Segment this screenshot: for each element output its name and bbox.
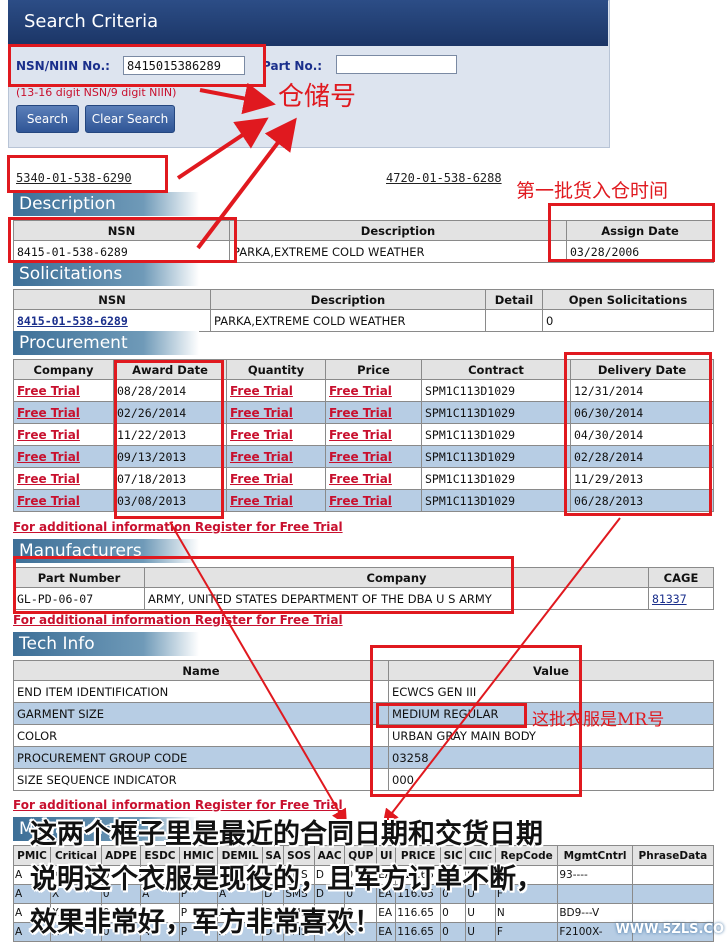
annotation-summary-line2: 说明这个衣服是现役的，且军方订单不断， [30, 864, 543, 895]
annotation-summary-line1: 这两个框子里是最近的合同日期和交货日期 [30, 819, 543, 850]
annotation-warehouse: 仓储号 [278, 82, 357, 112]
annotation-first-batch: 第一批货入仓时间 [516, 180, 669, 202]
annotation-mr-size: 这批衣服是MR号 [532, 710, 665, 730]
watermark-text: WWW.5ZLS.CO [615, 922, 724, 937]
annotation-arrows [169, 82, 621, 826]
annotation-summary-line3: 效果非常好，军方非常喜欢！ [30, 907, 381, 938]
